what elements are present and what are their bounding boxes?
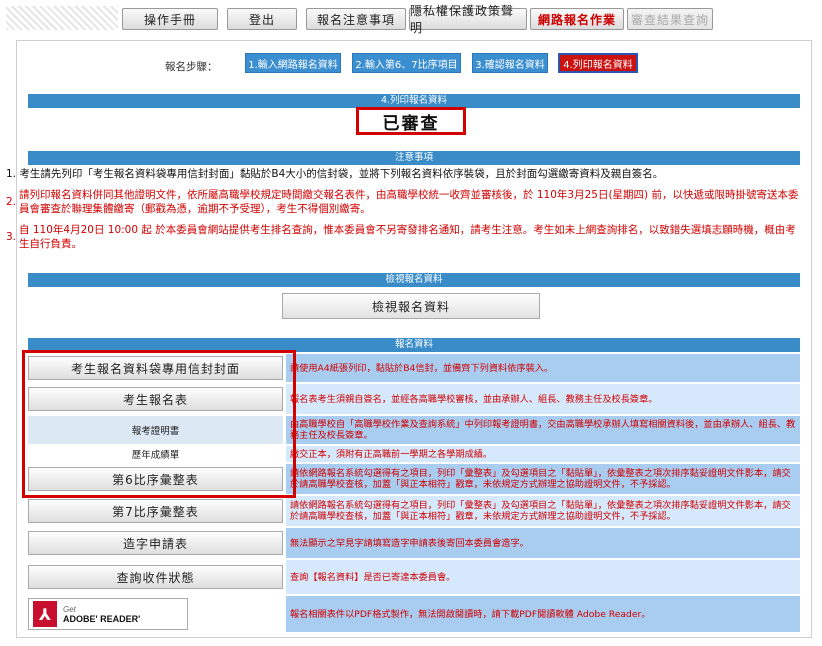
step-4-button[interactable]: 4.列印報名資料: [558, 53, 638, 73]
receipt-status-button[interactable]: 查詢收件狀態: [28, 565, 283, 589]
notice-item-1-text: 考生請先列印「考生報名資料袋專用信封封面」黏貼於B4大小的信封袋，並將下列報名資…: [19, 168, 664, 180]
character-request-desc: 無法顯示之罕見字請填寫造字申請表後寄回本委員會造字。: [286, 528, 800, 558]
notice-item-2-text: 請列印報名資料併同其他證明文件，依所屬高職學校規定時間繳交報名表件，由高職學校統…: [19, 189, 799, 215]
envelope-cover-desc: 請使用A4紙張列印，黏貼於B4信封，並備齊下列資料依序裝入。: [286, 354, 800, 382]
table-row: 第7比序彙整表 請依網路報名系統勾選得有之項目，列印「彙整表」及勾選項目之「黏貼…: [28, 496, 800, 526]
table-row: 考生報名資料袋專用信封封面 請使用A4紙張列印，黏貼於B4信封，並備齊下列資料依…: [28, 354, 800, 382]
notice-item-1-number: 1.: [6, 168, 17, 180]
sixth-ranking-summary-button[interactable]: 第6比序彙整表: [28, 467, 283, 491]
logout-button[interactable]: 登出: [227, 8, 297, 30]
notice-item-3-number: 3.: [6, 231, 17, 243]
data-section-header: 報名資料: [28, 338, 800, 352]
exam-certificate-desc: 由高職學校自「高職學校作業及查詢系統」中列印報考證明書，交由高職學校承辦人填寫相…: [286, 416, 800, 444]
transcript-label: 歷年成績單: [28, 446, 283, 462]
table-row: 報考證明書 由高職學校自「高職學校作業及查詢系統」中列印報考證明書，交由高職學校…: [28, 416, 800, 444]
review-result-button[interactable]: 審查結果查詢: [627, 8, 713, 30]
notice-item-3: 3. 自 110年4月20日 10:00 起 於本委員會網站提供考生排名查詢，惟…: [6, 223, 802, 251]
adobe-name-label: ADOBE' READER': [63, 613, 141, 624]
adobe-pdf-icon: ⅄: [33, 601, 57, 627]
seventh-ranking-summary-button[interactable]: 第7比序彙整表: [28, 499, 283, 523]
table-row: 考生報名表 報名表考生須親自簽名，並經各高職學校審核，並由承辦人、組長、教務主任…: [28, 384, 800, 414]
character-request-button[interactable]: 造字申請表: [28, 531, 283, 555]
notice-item-3-text: 自 110年4月20日 10:00 起 於本委員會網站提供考生排名查詢，惟本委員…: [19, 224, 796, 250]
sixth-ranking-summary-desc: 請依網路報名系統勾選得有之項目，列印「彙整表」及勾選項目之「黏貼單」，依彙整表之…: [286, 464, 800, 494]
view-section-header: 檢視報名資料: [28, 273, 800, 287]
privacy-policy-button[interactable]: 隱私權保護政策聲明: [409, 4, 527, 35]
notice-item-2: 2. 請列印報名資料併同其他證明文件，依所屬高職學校規定時間繳交報名表件，由高職…: [6, 188, 802, 216]
manual-button[interactable]: 操作手冊: [122, 8, 218, 30]
top-nav-bar: 操作手冊 登出 報名注意事項 隱私權保護政策聲明 網路報名作業 審查結果查詢: [0, 0, 822, 35]
table-row: 歷年成績單 繳交正本，須附有正高職前一學期之各學期成績。: [28, 446, 800, 462]
adobe-reader-badge: Get ADOBE' READER': [63, 605, 140, 624]
steps-label: 報名步驟：: [165, 61, 218, 73]
notice-item-1: 1. 考生請先列印「考生報名資料袋專用信封封面」黏貼於B4大小的信封袋，並將下列…: [6, 167, 806, 181]
adobe-get-label: Get: [63, 604, 76, 614]
notice-section-header: 注意事項: [28, 151, 800, 165]
application-form-desc: 報名表考生須親自簽名，並經各高職學校審核，並由承辦人、組長、教務主任及校長簽章。: [286, 384, 800, 414]
application-form-button[interactable]: 考生報名表: [28, 387, 283, 411]
envelope-cover-button[interactable]: 考生報名資料袋專用信封封面: [28, 356, 283, 380]
notice-item-2-number: 2.: [6, 196, 17, 208]
step-3-button[interactable]: 3.確認報名資料: [472, 53, 548, 73]
online-registration-button[interactable]: 網路報名作業: [530, 8, 624, 30]
view-registration-button[interactable]: 檢視報名資料: [282, 293, 540, 319]
seventh-ranking-summary-desc: 請依網路報名系統勾選得有之項目，列印「彙整表」及勾選項目之「黏貼單」，依彙整表之…: [286, 496, 800, 526]
transcript-desc: 繳交正本，須附有正高職前一學期之各學期成績。: [286, 446, 800, 462]
table-row: 造字申請表 無法顯示之罕見字請填寫造字申請表後寄回本委員會造字。: [28, 528, 800, 558]
review-status-badge: 已審查: [356, 107, 466, 135]
decorative-pattern: [6, 6, 118, 30]
table-row: 查詢收件狀態 查詢【報名資料】是否已寄達本委員會。: [28, 560, 800, 594]
adobe-reader-download-link[interactable]: ⅄ Get ADOBE' READER': [28, 598, 188, 630]
print-section-header: 4.列印報名資料: [28, 94, 800, 108]
step-2-button[interactable]: 2.輸入第6、7比序項目: [352, 53, 461, 73]
table-row: 第6比序彙整表 請依網路報名系統勾選得有之項目，列印「彙整表」及勾選項目之「黏貼…: [28, 464, 800, 494]
receipt-status-desc: 查詢【報名資料】是否已寄達本委員會。: [286, 560, 800, 594]
adobe-reader-desc: 報名相關表件以PDF格式製作，無法開啟閱讀時，請下載PDF閱讀軟體 Adobe …: [286, 596, 800, 632]
step-1-button[interactable]: 1.輸入網路報名資料: [245, 53, 341, 73]
exam-certificate-label: 報考證明書: [28, 416, 283, 444]
registration-notes-button[interactable]: 報名注意事項: [306, 8, 406, 30]
